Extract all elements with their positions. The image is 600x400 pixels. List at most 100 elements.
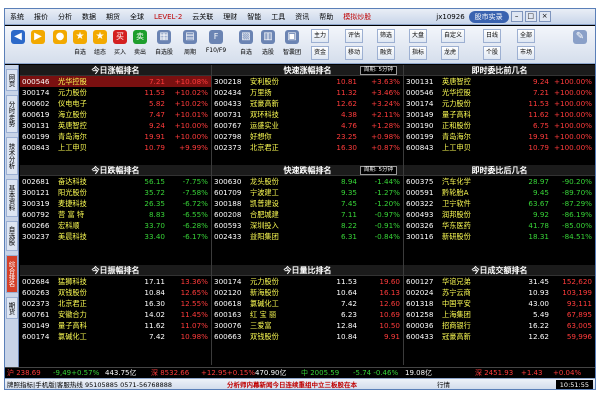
menu-cloud[interactable]: 云关联 [187, 9, 218, 25]
table-row[interactable]: 300174 元力股份 11.53 +10.02% [20, 87, 211, 98]
table-row[interactable] [20, 242, 211, 253]
filter-combo[interactable]: 筛选 [377, 29, 396, 43]
table-row[interactable] [20, 342, 211, 353]
table-row[interactable]: 002373 北京君正 16.30 +0.87% [212, 142, 403, 153]
all-combo[interactable]: 全部 [517, 29, 536, 43]
stock-picker-button[interactable]: ▥ 选股 [259, 28, 277, 62]
table-row[interactable]: 300131 英唐智控 9.24 +10.00% [20, 120, 211, 131]
table-row[interactable]: 600127 华谊兄弟 31.45 152,620 [404, 276, 595, 287]
menu-analysis[interactable]: 分析 [53, 9, 77, 25]
minimize-icon[interactable]: – [510, 11, 523, 22]
table-row[interactable]: 600433 冠豪高新 12.62 59,996 [404, 331, 595, 342]
table-row[interactable]: 600433 冠豪高新 12.62 +3.24% [212, 98, 403, 109]
table-row[interactable]: 002434 万里扬 11.32 +3.46% [212, 87, 403, 98]
menu-level2[interactable]: LEVEL-2 [149, 9, 187, 25]
settings-button[interactable]: ✎ [571, 28, 589, 62]
table-row[interactable]: 600266 宏科顺 33.70 -6.28% [20, 220, 211, 231]
think-tank-button[interactable]: ▣ 智囊团 [283, 28, 301, 62]
quote-status[interactable]: 行情 [437, 379, 450, 389]
table-row[interactable]: 600761 安徽合力 14.02 11.45% [20, 309, 211, 320]
table-row[interactable]: 600843 上工申贝 10.79 +9.99% [20, 142, 211, 153]
table-row[interactable]: 600792 营 富 特 8.83 -6.55% [20, 209, 211, 220]
panel-title[interactable]: 即时委比前几名 [404, 65, 595, 76]
table-row[interactable]: 002024 苏宁云商 10.93 103,199 [404, 287, 595, 298]
watchlist-button[interactable]: ▦ 自选股 [155, 28, 173, 62]
table-row[interactable]: 000591 黔轮胎A 9.45 -89.70% [404, 187, 595, 198]
fund-combo[interactable]: 资金 [311, 46, 330, 60]
maximize-icon[interactable]: □ [524, 11, 537, 22]
table-row[interactable]: 300149 量子高科 11.62 11.07% [20, 320, 211, 331]
menu-tools[interactable]: 工具 [266, 9, 290, 25]
menu-news[interactable]: 资讯 [290, 9, 314, 25]
tab-watchlist[interactable]: 自选股 [6, 221, 18, 251]
buy-button[interactable]: 买买入 [111, 28, 129, 62]
daily-combo[interactable]: 日线 [483, 29, 502, 43]
table-row[interactable]: 002433 益阳集团 6.31 -0.84% [212, 231, 403, 242]
table-row[interactable]: 600731 双环科技 4.38 +2.11% [212, 109, 403, 120]
table-row[interactable]: 300319 麦捷科技 26.35 -6.72% [20, 198, 211, 209]
forward-button[interactable]: ▶ [29, 28, 47, 62]
table-row[interactable]: 002373 北京君正 16.30 12.55% [20, 298, 211, 309]
move-combo[interactable]: 移动 [345, 46, 364, 60]
period-button[interactable]: ▤ 周期 [181, 28, 199, 62]
custom-combo[interactable]: 自定义 [441, 29, 466, 43]
table-row[interactable]: 601709 宁波建工 9.35 -1.27% [212, 187, 403, 198]
table-row[interactable] [212, 242, 403, 253]
table-row[interactable]: 002681 奋达科技 56.15 -7.75% [20, 176, 211, 187]
main-force-combo[interactable]: 主力 [311, 29, 330, 43]
table-row[interactable]: 600843 上工申贝 10.79 +100.00% [404, 142, 595, 153]
period-badge[interactable]: 周期: 5分钟 [359, 66, 397, 75]
menu-system[interactable]: 系统 [5, 9, 29, 25]
table-row[interactable]: 300174 元力股份 11.53 19.60 [212, 276, 403, 287]
home-button[interactable]: ● [51, 28, 69, 62]
menu-data[interactable]: 数据 [77, 9, 101, 25]
table-row[interactable]: 601318 中国平安 43.00 93,111 [404, 298, 595, 309]
sell-button[interactable]: 卖卖出 [131, 28, 149, 62]
table-row[interactable]: 300190 正和股份 6.75 +100.00% [404, 120, 595, 131]
index-combo[interactable]: 大盘 [409, 29, 428, 43]
tab-intraday[interactable]: 分时走势 [6, 95, 18, 133]
menu-help[interactable]: 帮助 [314, 9, 338, 25]
tab-futures[interactable]: 期货 [6, 297, 18, 319]
table-row[interactable]: 600208 合肥城建 7.11 -0.97% [212, 209, 403, 220]
table-row[interactable] [404, 242, 595, 253]
table-row[interactable]: 600593 深圳投入 8.22 -0.91% [212, 220, 403, 231]
table-row[interactable]: 002684 猛狮科技 17.11 13.36% [20, 276, 211, 287]
table-row[interactable]: 300630 龙头股份 8.94 -1.44% [212, 176, 403, 187]
panel-title[interactable]: 今日涨幅排名 [20, 65, 211, 76]
panel-title[interactable]: 即时委比后几名 [404, 165, 595, 176]
market-combo[interactable]: 市场 [517, 46, 536, 60]
table-row[interactable]: 300076 三爱富 12.84 10.50 [212, 320, 403, 331]
menu-global[interactable]: 全球 [125, 9, 149, 25]
margin-combo[interactable]: 融资 [377, 46, 396, 60]
panel-title[interactable]: 今日量比排名 [212, 265, 403, 276]
f10-button[interactable]: F F10/F9 [206, 28, 226, 62]
table-row[interactable]: 600199 青岛海尔 19.91 +10.00% [20, 131, 211, 142]
tab-fundamental[interactable]: 基本资料 [6, 179, 18, 217]
table-row[interactable] [212, 342, 403, 353]
tab-web[interactable]: 网页 [6, 69, 18, 91]
menu-finance[interactable]: 理财 [218, 9, 242, 25]
toolbar-config-button[interactable]: ★ 组态 [91, 28, 109, 62]
table-row[interactable]: 600036 招商银行 16.22 63,005 [404, 320, 595, 331]
table-row[interactable]: 600663 双钱股份 10.84 9.91 [212, 331, 403, 342]
table-row[interactable]: 600619 海立股份 7.47 +10.01% [20, 109, 211, 120]
close-icon[interactable]: × [538, 11, 551, 22]
indicator-combo[interactable]: 指标 [409, 46, 428, 60]
table-row[interactable]: 000546 光华控股 7.21 +100.00% [404, 87, 595, 98]
table-row[interactable]: 600375 汽车化学 28.97 -90.20% [404, 176, 595, 187]
back-button[interactable]: ◀ [9, 28, 27, 62]
table-row[interactable]: 600602 仪电电子 5.82 +10.02% [20, 98, 211, 109]
market-record-button[interactable]: 股市实录 [468, 10, 509, 23]
menu-smart[interactable]: 智能 [242, 9, 266, 25]
table-row[interactable]: 300174 元力股份 11.53 +100.00% [404, 98, 595, 109]
menu-simulation[interactable]: 模拟炒股 [338, 9, 376, 25]
table-row[interactable]: 600263 双钱股份 10.84 12.65% [20, 287, 211, 298]
period-badge[interactable]: 周期: 5分钟 [359, 166, 397, 175]
menu-quote[interactable]: 报价 [29, 9, 53, 25]
evaluate-combo[interactable]: 评估 [345, 29, 364, 43]
table-row[interactable]: 600199 青岛海尔 19.91 +100.00% [404, 131, 595, 142]
panel-title[interactable]: 快速跌幅排名 周期: 5分钟 [212, 165, 403, 176]
panel-title[interactable]: 快速涨幅排名 周期: 5分钟 [212, 65, 403, 76]
stock-combo[interactable]: 个股 [483, 46, 502, 60]
